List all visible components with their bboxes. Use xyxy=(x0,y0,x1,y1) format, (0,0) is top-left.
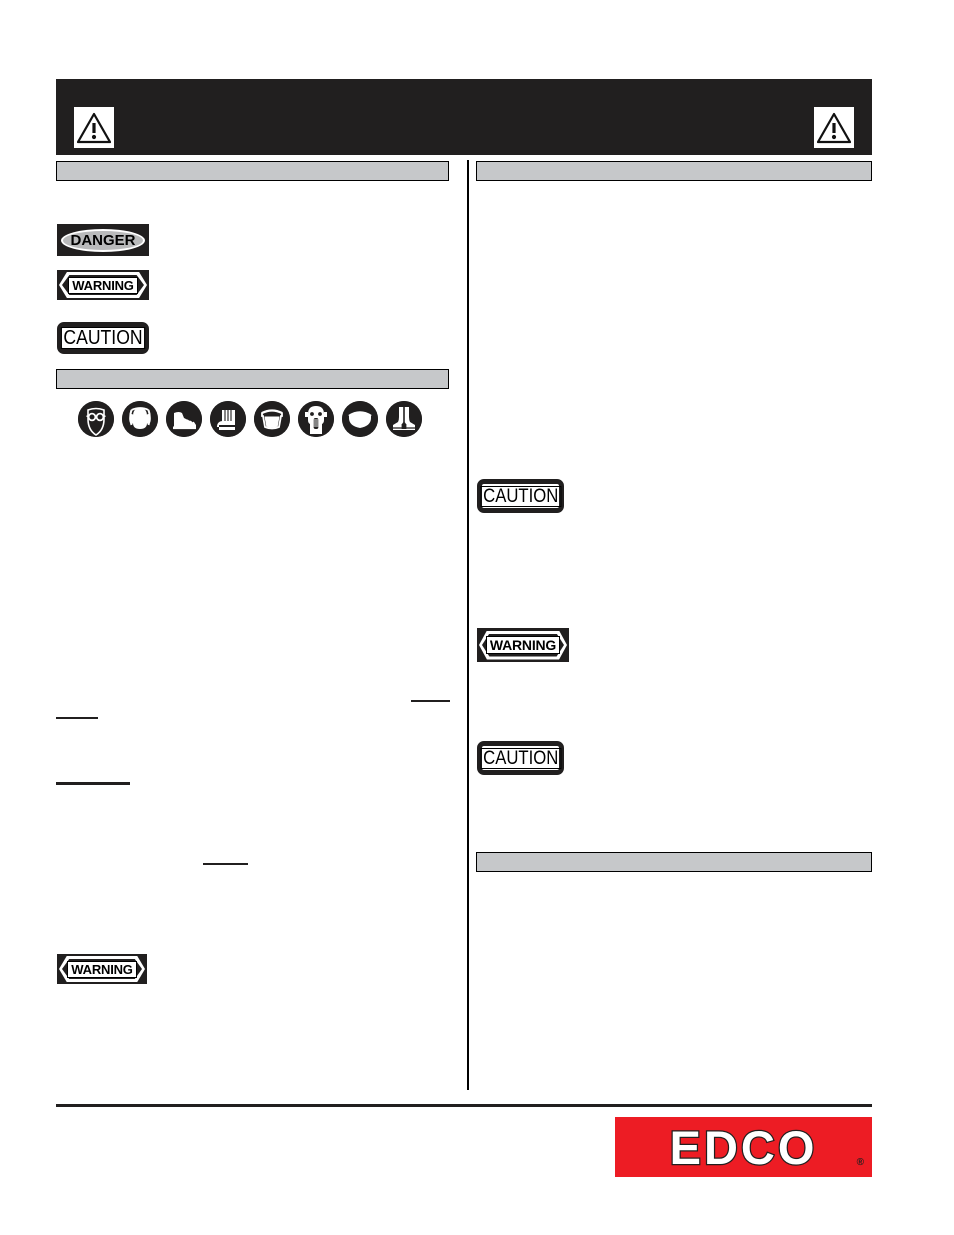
underline-rule-1 xyxy=(56,717,98,719)
caution-badge: CAUTION xyxy=(57,322,149,354)
underline-rule-4 xyxy=(203,863,248,865)
warning-badge-right: WARNING xyxy=(477,628,569,662)
edco-logo: EDCO ® xyxy=(615,1117,872,1177)
footer-divider xyxy=(56,1104,872,1107)
right-section-header-2 xyxy=(476,852,872,872)
banner-title xyxy=(56,79,872,155)
underline-rule-2 xyxy=(411,700,450,702)
manual-page: DANGER WARNING CAUTION WARNING CAUTION W… xyxy=(0,0,954,1235)
right-section-header-1 xyxy=(476,161,872,181)
registered-mark: ® xyxy=(856,1157,864,1168)
warning-triangle-icon xyxy=(814,107,854,148)
left-section-header-1 xyxy=(56,161,449,181)
danger-badge: DANGER xyxy=(57,224,149,256)
caution-label-right-2: CAUTION xyxy=(480,747,561,769)
caution-label-right-1: CAUTION xyxy=(480,485,561,507)
safety-glasses-icon xyxy=(78,401,114,437)
hard-hat-icon xyxy=(342,401,378,437)
warning-label: WARNING xyxy=(68,276,138,294)
warning-label-bottom: WARNING xyxy=(67,960,137,978)
underline-rule-3 xyxy=(56,782,130,785)
left-section-header-2 xyxy=(56,369,449,389)
safety-boots-icon xyxy=(166,401,202,437)
caution-label: CAUTION xyxy=(60,327,146,349)
caution-badge-right-2: CAUTION xyxy=(477,741,564,775)
safety-vest-icon xyxy=(386,401,422,437)
warning-badge: WARNING xyxy=(57,270,149,300)
ppe-icon-row xyxy=(78,401,422,437)
respirator-icon xyxy=(298,401,334,437)
ear-protection-icon xyxy=(122,401,158,437)
edco-logo-text: EDCO xyxy=(668,1120,818,1174)
safety-gloves-icon xyxy=(210,401,246,437)
face-shield-icon xyxy=(254,401,290,437)
caution-badge-right-1: CAUTION xyxy=(477,479,564,513)
warning-badge-bottom: WARNING xyxy=(57,954,147,984)
safety-banner xyxy=(56,79,872,155)
column-divider xyxy=(467,160,469,1090)
danger-label: DANGER xyxy=(61,228,145,252)
warning-label-right: WARNING xyxy=(485,636,561,654)
